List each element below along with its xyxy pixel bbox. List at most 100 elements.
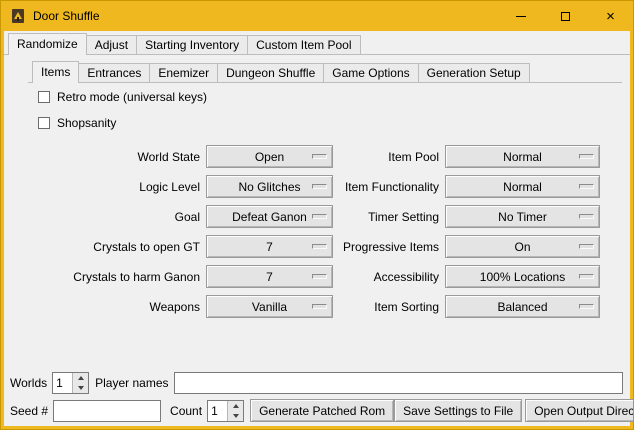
dropdown-item-functionality-value: Normal (503, 180, 542, 194)
worlds-input[interactable] (53, 373, 72, 393)
dropdown-progressive-items[interactable]: On (445, 235, 600, 258)
tab-game-options[interactable]: Game Options (323, 63, 418, 82)
dropdown-indicator-icon (312, 304, 327, 309)
dropdown-indicator-icon (579, 244, 594, 249)
app-icon (10, 8, 26, 24)
dropdown-indicator-icon (312, 214, 327, 219)
count-label: Count (170, 404, 202, 418)
checkbox-shopsanity-label: Shopsanity (57, 116, 116, 130)
dropdown-crystals-harm-ganon-value: 7 (266, 270, 273, 284)
dropdown-goal-value: Defeat Ganon (232, 210, 307, 224)
dropdown-item-sorting-value: Balanced (497, 300, 547, 314)
checkbox-retro-mode-label: Retro mode (universal keys) (57, 90, 207, 104)
settings-row: Crystals to harm Ganon 7 Accessibility 1… (12, 265, 630, 288)
tab-custom-item-pool[interactable]: Custom Item Pool (247, 35, 360, 54)
seed-row: Seed # Count Generate Patched Rom Save S… (10, 399, 624, 422)
dropdown-indicator-icon (579, 214, 594, 219)
weapons-label: Weapons (12, 300, 200, 314)
seed-label: Seed # (10, 404, 48, 418)
dropdown-indicator-icon (579, 184, 594, 189)
crystals-open-gt-label: Crystals to open GT (12, 240, 200, 254)
window: Door Shuffle × Randomize Adjust Starting… (0, 0, 634, 430)
accessibility-label: Accessibility (339, 270, 439, 284)
worlds-row: Worlds Player names (10, 371, 624, 394)
dropdown-goal[interactable]: Defeat Ganon (206, 205, 333, 228)
dropdown-indicator-icon (579, 154, 594, 159)
window-controls: × (498, 1, 633, 31)
dropdown-crystals-open-gt[interactable]: 7 (206, 235, 333, 258)
generate-patched-rom-button[interactable]: Generate Patched Rom (250, 399, 394, 422)
worlds-spin-arrows (72, 373, 88, 393)
settings-row: World State Open Item Pool Normal (12, 145, 630, 168)
tab-generation-setup[interactable]: Generation Setup (418, 63, 530, 82)
inner-tab-bar: Items Entrances Enemizer Dungeon Shuffle… (28, 59, 622, 83)
dropdown-timer-setting-value: No Timer (498, 210, 547, 224)
worlds-spinbox (52, 372, 89, 394)
dropdown-world-state-value: Open (255, 150, 284, 164)
outer-tab-bar: Randomize Adjust Starting Inventory Cust… (4, 31, 630, 55)
tab-randomize[interactable]: Randomize (8, 33, 87, 55)
window-title: Door Shuffle (33, 9, 100, 23)
dropdown-logic-level[interactable]: No Glitches (206, 175, 333, 198)
crystals-harm-ganon-label: Crystals to harm Ganon (12, 270, 200, 284)
dropdown-crystals-open-gt-value: 7 (266, 240, 273, 254)
tab-adjust[interactable]: Adjust (86, 35, 137, 54)
dropdown-world-state[interactable]: Open (206, 145, 333, 168)
dropdown-accessibility[interactable]: 100% Locations (445, 265, 600, 288)
dropdown-indicator-icon (579, 274, 594, 279)
chevron-up-icon (78, 376, 84, 380)
tab-starting-inventory[interactable]: Starting Inventory (136, 35, 248, 54)
player-names-label: Player names (95, 376, 168, 390)
chevron-up-icon (233, 404, 239, 408)
maximize-button[interactable] (543, 1, 588, 31)
settings-grid: World State Open Item Pool Normal Logic … (12, 145, 630, 318)
checkbox-retro-mode[interactable] (38, 91, 50, 103)
dropdown-item-pool[interactable]: Normal (445, 145, 600, 168)
count-spin-down-button[interactable] (228, 411, 243, 421)
dropdown-indicator-icon (312, 244, 327, 249)
tab-dungeon-shuffle[interactable]: Dungeon Shuffle (217, 63, 324, 82)
maximize-icon (561, 12, 570, 21)
item-functionality-label: Item Functionality (339, 180, 439, 194)
dropdown-weapons-value: Vanilla (252, 300, 287, 314)
minimize-icon (516, 16, 526, 17)
goal-label: Goal (12, 210, 200, 224)
tab-entrances[interactable]: Entrances (78, 63, 150, 82)
progressive-items-label: Progressive Items (339, 240, 439, 254)
count-spin-up-button[interactable] (228, 401, 243, 411)
settings-row: Logic Level No Glitches Item Functionali… (12, 175, 630, 198)
close-button[interactable]: × (588, 1, 633, 31)
checkbox-shopsanity[interactable] (38, 117, 50, 129)
tab-items[interactable]: Items (32, 61, 79, 83)
seed-input[interactable] (53, 400, 161, 422)
dropdown-logic-level-value: No Glitches (238, 180, 300, 194)
dropdown-progressive-items-value: On (514, 240, 530, 254)
bottom-bar: Worlds Player names Seed # Count (10, 371, 624, 422)
open-output-directory-button[interactable]: Open Output Directory (525, 399, 634, 422)
item-sorting-label: Item Sorting (339, 300, 439, 314)
dropdown-crystals-harm-ganon[interactable]: 7 (206, 265, 333, 288)
save-settings-button[interactable]: Save Settings to File (394, 399, 522, 422)
count-input[interactable] (208, 401, 227, 421)
tab-enemizer[interactable]: Enemizer (149, 63, 218, 82)
dropdown-accessibility-value: 100% Locations (480, 270, 565, 284)
dropdown-item-pool-value: Normal (503, 150, 542, 164)
dropdown-timer-setting[interactable]: No Timer (445, 205, 600, 228)
titlebar[interactable]: Door Shuffle × (1, 1, 633, 31)
worlds-spin-up-button[interactable] (73, 373, 88, 383)
dropdown-item-functionality[interactable]: Normal (445, 175, 600, 198)
settings-row: Crystals to open GT 7 Progressive Items … (12, 235, 630, 258)
dropdown-indicator-icon (312, 184, 327, 189)
bottom-right-buttons: Save Settings to File Open Output Direct… (394, 399, 634, 422)
count-spin-arrows (227, 401, 243, 421)
dropdown-weapons[interactable]: Vanilla (206, 295, 333, 318)
chevron-down-icon (78, 386, 84, 390)
retro-mode-row: Retro mode (universal keys) (38, 85, 630, 109)
worlds-spin-down-button[interactable] (73, 383, 88, 393)
minimize-button[interactable] (498, 1, 543, 31)
settings-row: Weapons Vanilla Item Sorting Balanced (12, 295, 630, 318)
logic-level-label: Logic Level (12, 180, 200, 194)
dropdown-item-sorting[interactable]: Balanced (445, 295, 600, 318)
close-icon: × (606, 9, 615, 24)
player-names-input[interactable] (174, 372, 624, 394)
